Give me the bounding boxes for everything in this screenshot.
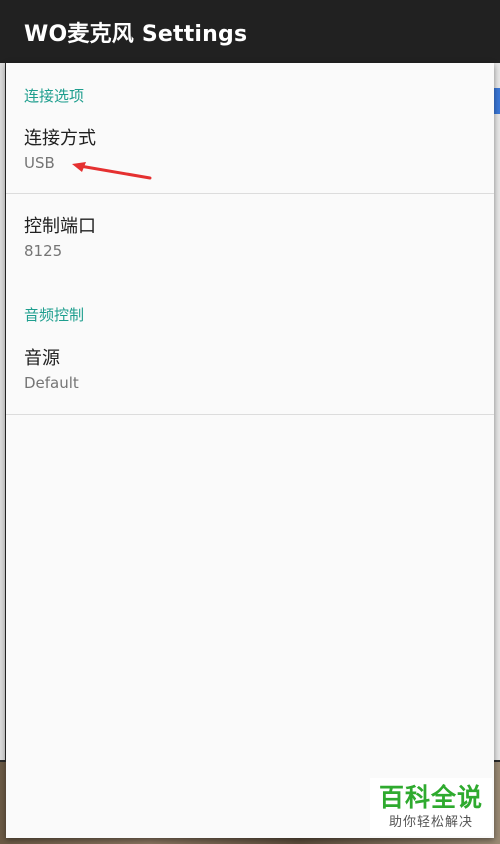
watermark-sub-text: 助你轻松解决 (388, 815, 473, 830)
category-audio-control: 音频控制 (24, 306, 85, 324)
pref-control-port-summary: 8125 (24, 242, 63, 260)
divider (6, 193, 494, 194)
red-arrow-annotation-icon (72, 162, 152, 180)
pref-audio-source[interactable]: 音源 Default (6, 347, 494, 415)
app-bar-title: WO麦克风 Settings (24, 21, 248, 47)
watermark-main-text: 百科全说 (378, 783, 483, 812)
pref-control-port[interactable]: 控制端口 8125 (6, 215, 494, 285)
pref-audio-source-title: 音源 (24, 348, 60, 369)
background-blue-accent (494, 88, 500, 114)
category-connection-options: 连接选项 (24, 87, 85, 105)
app-bar: WO麦克风 Settings (0, 0, 500, 63)
pref-audio-source-summary: Default (24, 374, 79, 392)
background-strip-right (494, 40, 500, 760)
pref-control-port-title: 控制端口 (24, 216, 96, 237)
divider (6, 414, 494, 415)
watermark-logo: 百科全说 助你轻松解决 (370, 778, 492, 836)
pref-connection-method-title: 连接方式 (24, 128, 96, 149)
background-strip-left (0, 60, 5, 760)
